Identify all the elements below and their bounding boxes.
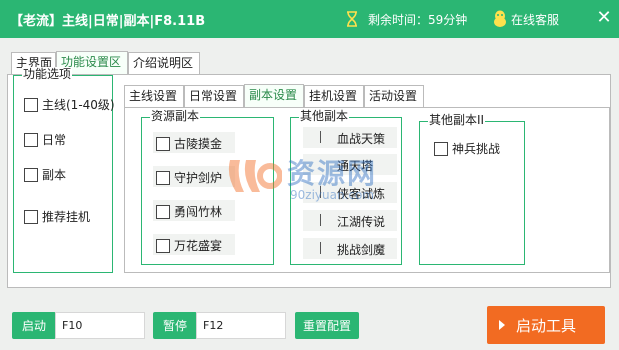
option-main-quest[interactable]: 主线(1-40级) <box>24 96 115 113</box>
dungeon-xuezhantiance[interactable]: 血战天策 <box>337 130 385 147</box>
checkbox[interactable] <box>24 97 38 112</box>
checkbox[interactable] <box>24 209 38 224</box>
dungeon-tongtianta[interactable]: 通天塔 <box>337 157 373 174</box>
hourglass-icon <box>347 11 357 27</box>
other-dungeons-legend: 其他副本 <box>299 109 350 123</box>
start-hotkey-label: 启动 <box>12 312 56 339</box>
pause-hotkey-input[interactable]: F12 <box>196 312 286 339</box>
resource-dungeons-legend: 资源副本 <box>150 109 201 123</box>
dungeon-jianghuchuanshuo[interactable]: 江湖传说 <box>337 213 385 230</box>
checkbox[interactable] <box>24 132 38 147</box>
start-hotkey-input[interactable]: F10 <box>55 312 145 339</box>
tab-daily-settings[interactable]: 日常设置 <box>184 85 244 108</box>
option-daily[interactable]: 日常 <box>24 131 66 148</box>
dungeon-gulingmojin[interactable]: 古陵摸金 <box>156 135 222 152</box>
tab-event-settings[interactable]: 活动设置 <box>364 85 424 108</box>
dungeon-shouhujianlu[interactable]: 守护剑炉 <box>156 169 222 186</box>
penguin-icon[interactable] <box>492 10 508 28</box>
launch-tool-button[interactable]: 启动工具 <box>487 306 605 344</box>
close-icon[interactable]: ✕ <box>594 8 614 28</box>
checkbox[interactable] <box>434 141 448 156</box>
reset-config-button[interactable]: 重置配置 <box>295 312 359 339</box>
checkbox[interactable] <box>156 204 170 219</box>
dungeon-yongchuangzhulin[interactable]: 勇闯竹林 <box>156 203 222 220</box>
play-arrow-icon <box>499 320 505 330</box>
dungeon-tiaozhanjianmo[interactable]: 挑战剑魔 <box>337 241 385 258</box>
tab-dungeon-settings[interactable]: 副本设置 <box>244 84 304 108</box>
checkbox-edge <box>320 242 321 254</box>
launch-tool-label: 启动工具 <box>515 316 576 335</box>
checkbox[interactable] <box>24 167 38 182</box>
tab-idle-settings[interactable]: 挂机设置 <box>304 85 364 108</box>
dungeon-shenbingtiaozhan[interactable]: 神兵挑战 <box>434 140 500 157</box>
checkbox-edge <box>320 186 321 198</box>
online-support-link[interactable]: 在线客服 <box>511 11 559 28</box>
checkbox[interactable] <box>156 136 170 151</box>
tab-introduction[interactable]: 介绍说明区 <box>128 52 200 75</box>
title-bar: 【老流】主线|日常|副本|F8.11B 剩余时间：59分钟 在线客服 ✕ <box>0 0 619 38</box>
dungeon-xiakeshilian[interactable]: 侠客试炼 <box>337 185 385 202</box>
remaining-time: 剩余时间：59分钟 <box>368 13 468 27</box>
tab-main-quest-settings[interactable]: 主线设置 <box>124 85 184 108</box>
function-options-legend: 功能选项 <box>22 67 73 81</box>
checkbox[interactable] <box>156 238 170 253</box>
option-dungeon[interactable]: 副本 <box>24 166 66 183</box>
checkbox-edge <box>320 214 321 226</box>
window-title: 【老流】主线|日常|副本|F8.11B <box>10 14 206 29</box>
checkbox[interactable] <box>156 170 170 185</box>
pause-hotkey-label: 暂停 <box>153 312 197 339</box>
option-recommended-idle[interactable]: 推荐挂机 <box>24 208 90 225</box>
checkbox-edge <box>320 131 321 143</box>
other-dungeons-2-legend: 其他副本II <box>428 113 486 127</box>
dungeon-wanhuashengyan[interactable]: 万花盛宴 <box>156 237 222 254</box>
